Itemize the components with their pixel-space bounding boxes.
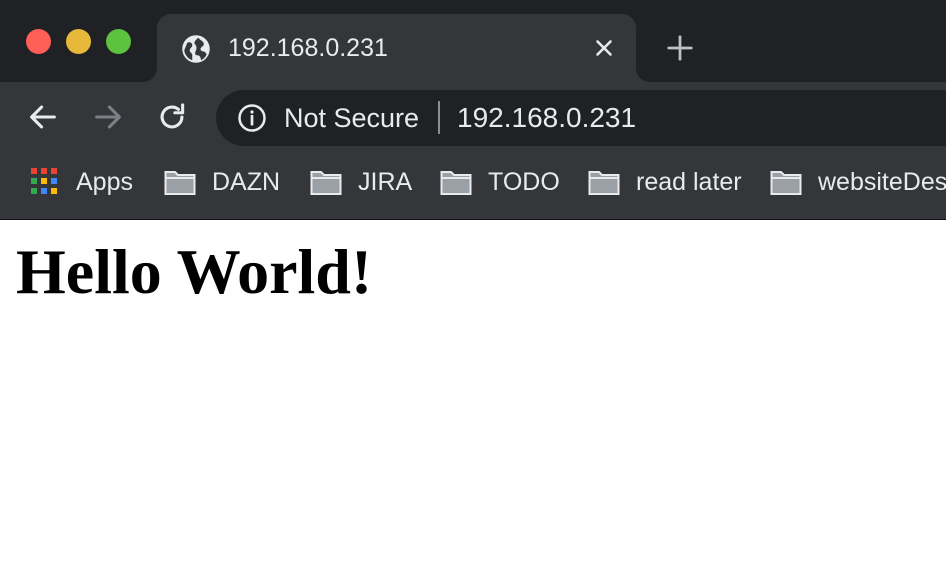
folder-icon	[164, 171, 196, 195]
tab-title: 192.168.0.231	[228, 34, 388, 62]
security-status-label[interactable]: Not Secure	[284, 102, 419, 134]
page-content: Hello World!	[0, 220, 946, 586]
close-icon[interactable]	[591, 35, 617, 61]
window-maximize-button[interactable]	[106, 29, 131, 54]
bookmark-label: read later	[636, 168, 742, 196]
reload-icon[interactable]	[155, 100, 189, 134]
tab-active[interactable]: 192.168.0.231	[157, 14, 636, 82]
toolbar: Not Secure 192.168.0.231	[0, 82, 946, 154]
bookmark-label: TODO	[488, 168, 560, 196]
tab-strip: 192.168.0.231	[0, 0, 946, 82]
plus-icon[interactable]	[665, 33, 695, 63]
arrow-right-icon[interactable]	[91, 100, 125, 134]
apps-grid-icon	[31, 168, 57, 194]
folder-icon	[440, 171, 472, 195]
window-close-button[interactable]	[26, 29, 51, 54]
info-icon[interactable]	[237, 103, 267, 133]
url-text[interactable]: 192.168.0.231	[457, 102, 636, 134]
bookmarks-bar: Apps DAZN JIRA TODO read later websiteDe…	[0, 154, 946, 219]
address-bar[interactable]: Not Secure 192.168.0.231	[216, 90, 946, 146]
bookmark-label: websiteDesi	[818, 168, 946, 196]
folder-icon	[588, 171, 620, 195]
folder-icon	[310, 171, 342, 195]
globe-icon	[182, 35, 210, 63]
browser-chrome: 192.168.0.231 Not Secure 192.168.0.231 A…	[0, 0, 946, 220]
arrow-left-icon[interactable]	[26, 100, 60, 134]
address-separator	[438, 101, 440, 134]
bookmark-label: Apps	[76, 168, 133, 196]
folder-icon	[770, 171, 802, 195]
page-heading: Hello World!	[16, 236, 373, 307]
window-minimize-button[interactable]	[66, 29, 91, 54]
bookmark-label: DAZN	[212, 168, 281, 196]
bookmark-label: JIRA	[358, 168, 413, 196]
